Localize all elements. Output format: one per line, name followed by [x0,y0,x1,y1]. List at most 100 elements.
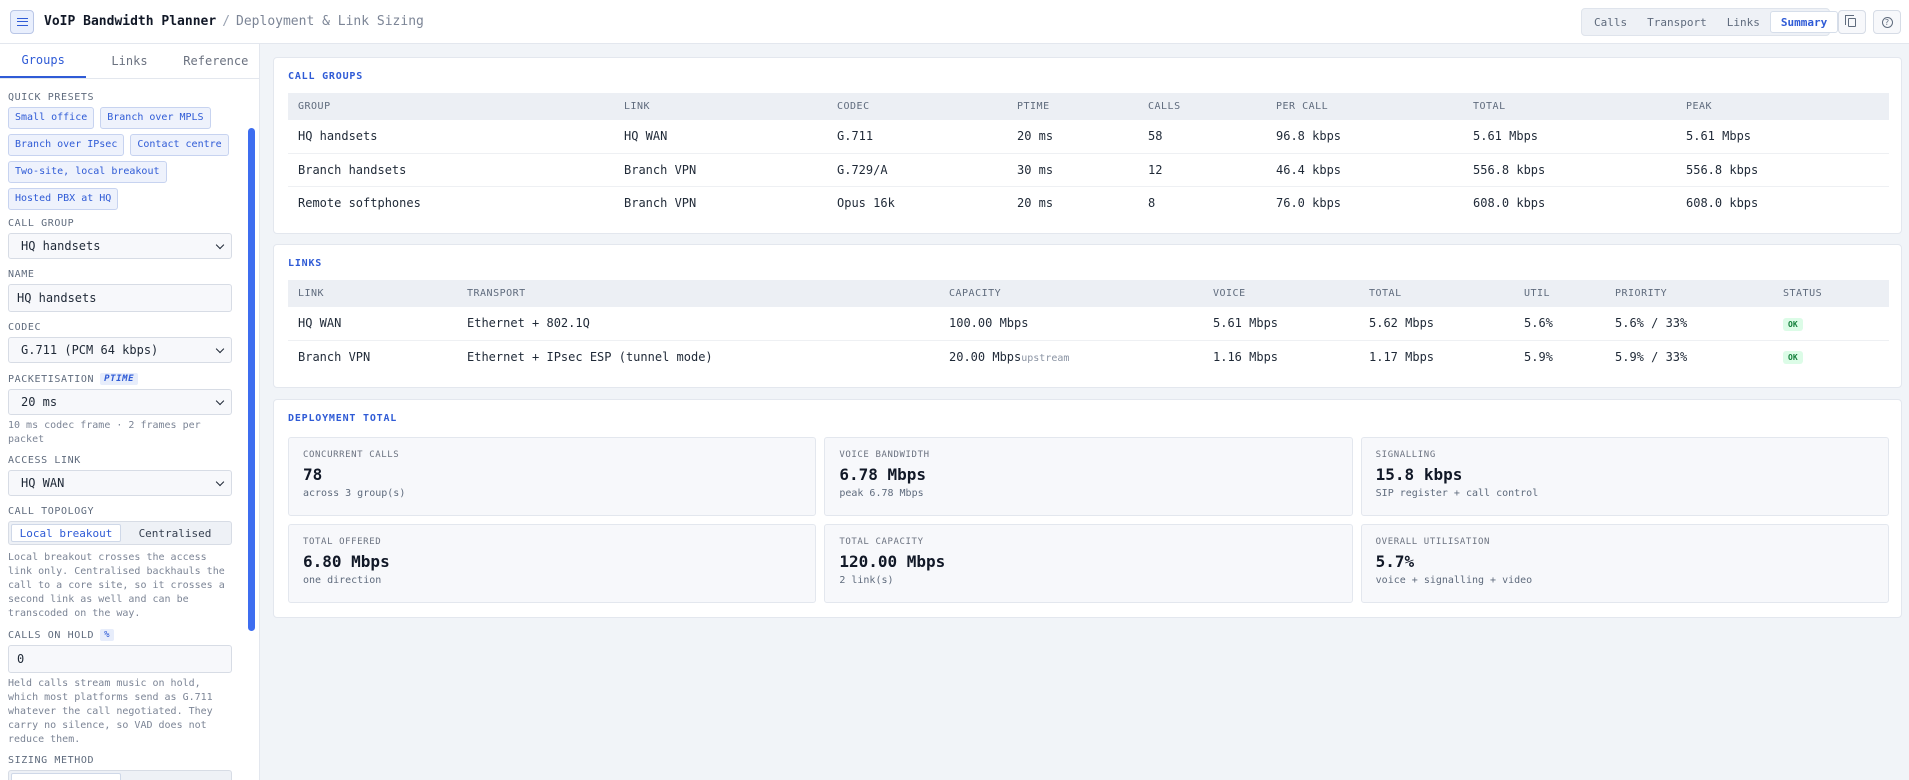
cell-calls: 12 [1138,153,1266,187]
sidebar: Groups Links Reference QUICK PRESETS Sma… [0,44,260,780]
call-groups-card: CALL GROUPS GROUP LINK CODEC PTIME CALLS… [273,57,1902,234]
sidebar-tabs: Groups Links Reference [0,44,259,79]
cell-status: OK [1773,340,1889,373]
sidebar-tab-groups[interactable]: Groups [0,44,87,78]
stat-overall-utilisation: OVERALL UTILISATION 5.7% voice + signall… [1360,524,1889,603]
cell-per-call: 46.4 kbps [1266,153,1463,187]
menu-button[interactable] [10,9,34,34]
col-status: STATUS [1773,280,1889,307]
stat-concurrent-calls: CONCURRENT CALLS 78 across 3 group(s) [288,437,817,516]
links-card: LINKS LINK TRANSPORT CAPACITY VOICE TOTA… [273,244,1902,388]
topology-hint: Local breakout crosses the access link o… [8,552,225,619]
preset-list: Small office Branch over MPLS Branch ove… [8,107,232,210]
cell-calls: 58 [1138,120,1266,154]
cell-capacity: 100.00 Mbps [939,307,1203,341]
col-transport: TRANSPORT [457,280,939,307]
table-row[interactable]: Branch handsets Branch VPN G.729/A 30 ms… [288,153,1889,187]
cell-codec: Opus 16k [837,195,895,210]
hold-label: CALLS ON HOLD % [8,629,232,641]
view-tab-links[interactable]: Links [1717,11,1770,33]
topology-centralised[interactable]: Centralised [121,524,229,542]
table-row[interactable]: Branch VPN Ethernet + IPsec ESP (tunnel … [288,340,1889,373]
stat-label: TOTAL OFFERED [303,537,382,547]
status-badge: OK [1783,317,1803,331]
page-subtitle: Deployment & Link Sizing [236,14,424,29]
topology-local-breakout[interactable]: Local breakout [11,524,121,542]
table-header-row: GROUP LINK CODEC PTIME CALLS PER CALL TO… [288,93,1889,120]
stat-value: 120.00 Mbps [839,552,946,571]
sizing-method-toggle [8,770,232,780]
chevron-down-icon [215,396,225,405]
sizing-option-1[interactable] [11,773,121,780]
col-ptime: PTIME [1007,93,1138,120]
cell-group: Branch handsets [288,153,614,187]
preset-small-office[interactable]: Small office [8,107,95,129]
hold-input[interactable]: 0 [8,645,232,673]
chevron-down-icon [215,477,225,486]
view-tab-calls[interactable]: Calls [1584,11,1637,33]
preset-branch-ipsec[interactable]: Branch over IPsec [8,134,125,156]
cell-capacity: 20.00 Mbpsupstream [939,340,1203,373]
cell-total: 5.61 Mbps [1463,120,1676,154]
stat-sub: across 3 group(s) [303,488,406,499]
cell-peak: 556.8 kbps [1676,153,1889,187]
stat-value: 5.7% [1375,552,1415,571]
cell-peak: 5.61 Mbps [1676,120,1889,154]
col-codec: CODEC [827,93,1007,120]
hold-label-text: CALLS ON HOLD [8,629,95,641]
call-group-select[interactable]: HQ handsets [8,233,232,259]
name-input[interactable]: HQ handsets [8,284,232,312]
view-tab-summary[interactable]: Summary [1769,11,1839,33]
codec-select[interactable]: G.711 (PCM 64 kbps) [8,337,232,363]
cell-transport: Ethernet + IPsec ESP (tunnel mode) [467,349,713,364]
preset-two-site[interactable]: Two-site, local breakout [8,161,167,183]
view-tab-transport[interactable]: Transport [1637,11,1717,33]
access-link-select[interactable]: HQ WAN [8,470,232,496]
links-table: LINK TRANSPORT CAPACITY VOICE TOTAL UTIL… [288,280,1889,373]
col-total: TOTAL [1359,280,1514,307]
sizing-option-2[interactable] [121,773,229,780]
cell-link: Branch VPN [614,153,827,187]
copy-button[interactable] [1838,10,1866,34]
stat-value: 15.8 kbps [1375,465,1463,484]
call-group-value: HQ handsets [21,239,101,253]
col-util: UTIL [1514,280,1605,307]
cell-total: 608.0 kbps [1473,195,1546,210]
stat-sub: peak 6.78 Mbps [839,488,924,499]
cell-link: Branch VPN [624,195,697,210]
stat-label: TOTAL CAPACITY [839,537,924,547]
capacity-value: 100.00 Mbps [949,316,1029,331]
col-voice: VOICE [1203,280,1359,307]
name-label: NAME [8,269,35,280]
sidebar-scrollbar[interactable] [248,128,255,631]
preset-contact-centre[interactable]: Contact centre [130,134,229,156]
access-link-label: ACCESS LINK [8,455,81,466]
breadcrumb-separator: / [222,14,231,29]
deployment-title: DEPLOYMENT TOTAL [288,413,398,424]
table-row[interactable]: HQ WAN Ethernet + 802.1Q 100.00 Mbps 5.6… [288,307,1889,341]
codec-label: CODEC [8,322,42,333]
col-per-call: PER CALL [1266,93,1463,120]
sidebar-tab-reference[interactable]: Reference [173,44,259,78]
help-icon: ? [1881,16,1893,28]
preset-branch-mpls[interactable]: Branch over MPLS [100,107,211,129]
topology-label: CALL TOPOLOGY [8,506,95,517]
packetisation-select[interactable]: 20 ms [8,389,232,415]
stat-sub: 2 link(s) [839,575,894,586]
table-row[interactable]: HQ handsets HQ WAN G.711 20 ms 58 96.8 k… [288,120,1889,154]
cell-peak: 608.0 kbps [1686,195,1759,210]
capacity-value: 20.00 Mbps [949,349,1022,364]
stat-value: 78 [303,465,323,484]
cell-transport: Ethernet + 802.1Q [457,307,939,341]
cell-per-call: 76.0 kbps [1276,195,1342,210]
cell-priority: 5.9% / 33% [1615,349,1688,364]
stat-label: OVERALL UTILISATION [1375,537,1491,547]
help-button[interactable]: ? [1873,10,1901,34]
sidebar-tab-links[interactable]: Links [86,44,172,78]
links-title: LINKS [288,258,323,269]
col-group: GROUP [288,93,614,120]
cell-group: Remote softphones [298,195,421,210]
preset-hosted-pbx[interactable]: Hosted PBX at HQ [8,188,119,210]
cell-per-call: 96.8 kbps [1266,120,1463,154]
table-row[interactable]: Remote softphones Branch VPN Opus 16k 20… [288,186,1889,219]
